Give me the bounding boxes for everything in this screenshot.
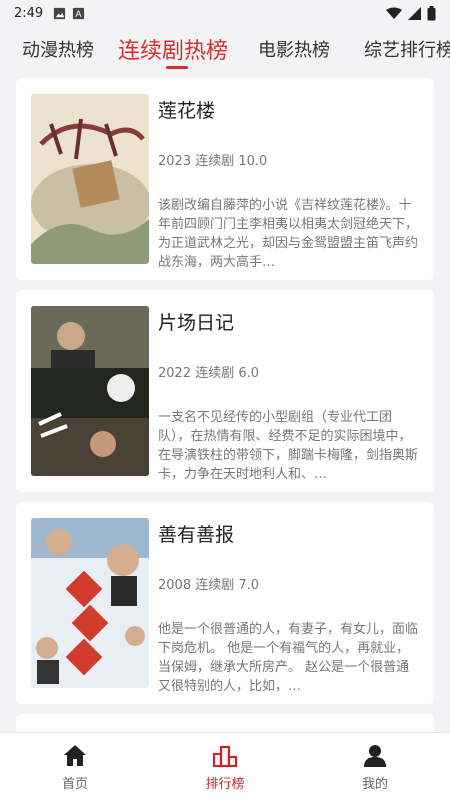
drama-card[interactable]: 片场日记 2022 连续剧 6.0 一支名不见经传的小型剧组（专业代工团队），在… — [16, 290, 434, 492]
drama-title: 善有善报 — [158, 524, 235, 546]
status-bar: 2:49 A — [0, 0, 450, 26]
nav-ranking[interactable]: 排行榜 — [185, 743, 265, 792]
tab-anime[interactable]: 动漫热榜 — [22, 36, 94, 62]
drama-meta: 2008 连续剧 7.0 — [158, 578, 260, 593]
battery-icon — [427, 5, 436, 20]
active-tab-indicator — [166, 66, 188, 69]
drama-description: 他是一个很普通的人，有妻子，有女儿，面临下岗危机。 他是一个有福气的人，再就业，… — [158, 622, 419, 694]
drama-title: 片场日记 — [158, 312, 235, 334]
user-icon — [364, 745, 386, 767]
drama-card[interactable]: 善有善报 2008 连续剧 7.0 他是一个很普通的人，有妻子，有女儿，面临下岗… — [16, 502, 434, 704]
wifi-icon — [386, 7, 402, 19]
a-icon: A — [73, 7, 85, 19]
home-icon — [64, 745, 86, 766]
poster-image — [31, 306, 149, 476]
svg-text:A: A — [76, 9, 83, 19]
image-icon — [54, 7, 66, 19]
ranking-list[interactable]: 莲花楼 2023 连续剧 10.0 该剧改编自藤萍的小说《吉祥纹莲花楼》。十年前… — [0, 78, 450, 732]
bottom-nav: 首页 排行榜 我的 — [0, 732, 450, 800]
tab-movies[interactable]: 电影热榜 — [258, 36, 330, 62]
tab-variety[interactable]: 综艺排行榜 — [364, 36, 450, 62]
category-tabs: 动漫热榜 连续剧热榜 电影热榜 综艺排行榜 — [0, 26, 450, 74]
ranking-icon — [212, 745, 238, 768]
drama-title: 莲花楼 — [158, 100, 216, 122]
poster-image — [31, 518, 149, 688]
nav-mine-label: 我的 — [361, 777, 388, 792]
drama-meta: 2023 连续剧 10.0 — [158, 154, 268, 169]
signal-icon — [408, 6, 421, 20]
tab-tv-series[interactable]: 连续剧热榜 — [118, 33, 228, 65]
nav-home-label: 首页 — [61, 777, 88, 792]
status-time: 2:49 — [14, 5, 44, 21]
drama-card[interactable]: 莲花楼 2023 连续剧 10.0 该剧改编自藤萍的小说《吉祥纹莲花楼》。十年前… — [16, 78, 434, 280]
nav-home[interactable]: 首页 — [35, 743, 115, 792]
drama-description: 该剧改编自藤萍的小说《吉祥纹莲花楼》。十年前四顾门门主李相夷以相夷太剑冠绝天下，… — [158, 198, 419, 270]
poster-image — [31, 94, 149, 264]
nav-mine[interactable]: 我的 — [335, 743, 415, 792]
nav-ranking-label: 排行榜 — [205, 777, 245, 792]
drama-meta: 2022 连续剧 6.0 — [158, 366, 260, 381]
drama-description: 一支名不见经传的小型剧组（专业代工团队），在热情有限、经费不足的实际困境中，在导… — [158, 410, 419, 482]
drama-card[interactable] — [16, 714, 434, 732]
